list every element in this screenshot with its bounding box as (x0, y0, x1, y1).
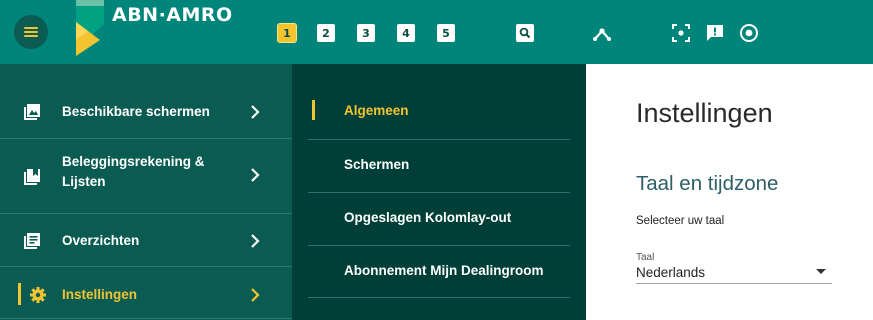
main-sidebar: Beschikbare schermen Beleggingsrekening … (0, 64, 302, 320)
chevron-right-icon (251, 234, 260, 248)
gear-icon (30, 287, 46, 303)
submenu-item-kolomlay-out[interactable]: Opgeslagen Kolomlay-out (292, 193, 586, 246)
settings-submenu: Algemeen Schermen Opgeslagen Kolomlay-ou… (292, 64, 586, 320)
feedback-button[interactable] (703, 21, 727, 45)
workspace-4-button[interactable]: 4 (397, 24, 415, 42)
language-field-label: Taal (636, 252, 655, 263)
sidebar-divider (0, 318, 302, 319)
sidebar-item-label: Beschikbare schermen (62, 104, 210, 119)
submenu-item-algemeen[interactable]: Algemeen (292, 86, 586, 139)
submenu-item-label: Abonnement Mijn Dealingroom (344, 263, 544, 278)
sidebar-item-beleggingsrekening[interactable]: Beleggingsrekening & Lijsten (0, 150, 292, 194)
scan-icon (672, 24, 690, 42)
scan-button[interactable] (669, 21, 693, 45)
screens-icon (24, 104, 40, 120)
sidebar-divider (0, 266, 302, 267)
feedback-icon (707, 25, 723, 41)
top-bar: ABN·AMRO 1 2 3 4 5 (0, 0, 873, 64)
search-icon (516, 24, 534, 42)
sidebar-item-label: Overzichten (62, 233, 140, 248)
sidebar-item-label: Instellingen (62, 287, 138, 302)
caret-down-icon (816, 269, 826, 274)
language-field-value: Nederlands (636, 265, 706, 280)
submenu-item-label: Algemeen (344, 103, 409, 118)
settings-content: Instellingen Taal en tijdzone Selecteer … (586, 64, 873, 320)
menu-button[interactable] (14, 15, 48, 49)
logo-shield-icon (76, 0, 104, 56)
target-button[interactable] (737, 21, 761, 45)
search-button[interactable] (513, 21, 537, 45)
sidebar-divider (0, 138, 302, 139)
chevron-right-icon (251, 288, 260, 302)
overview-icon (24, 233, 40, 249)
sidebar-item-instellingen[interactable]: Instellingen (0, 279, 292, 309)
select-language-label: Selecteer uw taal (636, 215, 725, 227)
sidebar-item-label: Beleggingsrekening & Lijsten (62, 154, 205, 189)
section-title: Taal en tijdzone (636, 172, 779, 195)
submenu-item-abonnement[interactable]: Abonnement Mijn Dealingroom (292, 246, 586, 299)
submenu-item-label: Schermen (344, 157, 410, 172)
brand-name: ABN·AMRO (112, 4, 233, 26)
sidebar-item-beschikbare-schermen[interactable]: Beschikbare schermen (0, 96, 292, 124)
target-icon (740, 24, 758, 42)
network-icon (593, 28, 611, 41)
sidebar-divider (0, 213, 302, 214)
bookmark-list-icon (24, 169, 40, 185)
chevron-right-icon (251, 168, 260, 182)
submenu-divider (308, 297, 570, 298)
language-select[interactable]: Taal Nederlands (636, 252, 832, 284)
hamburger-icon (24, 27, 38, 37)
workspace-2-button[interactable]: 2 (317, 24, 335, 42)
page-title: Instellingen (636, 98, 773, 128)
network-button[interactable] (590, 21, 614, 45)
workspace-5-button[interactable]: 5 (437, 24, 455, 42)
submenu-item-schermen[interactable]: Schermen (292, 140, 586, 193)
sidebar-item-overzichten[interactable]: Overzichten (0, 226, 292, 254)
submenu-item-label: Opgeslagen Kolomlay-out (344, 210, 512, 225)
workspace-1-button[interactable]: 1 (277, 23, 297, 43)
workspace-3-button[interactable]: 3 (357, 24, 375, 42)
chevron-right-icon (251, 105, 260, 119)
